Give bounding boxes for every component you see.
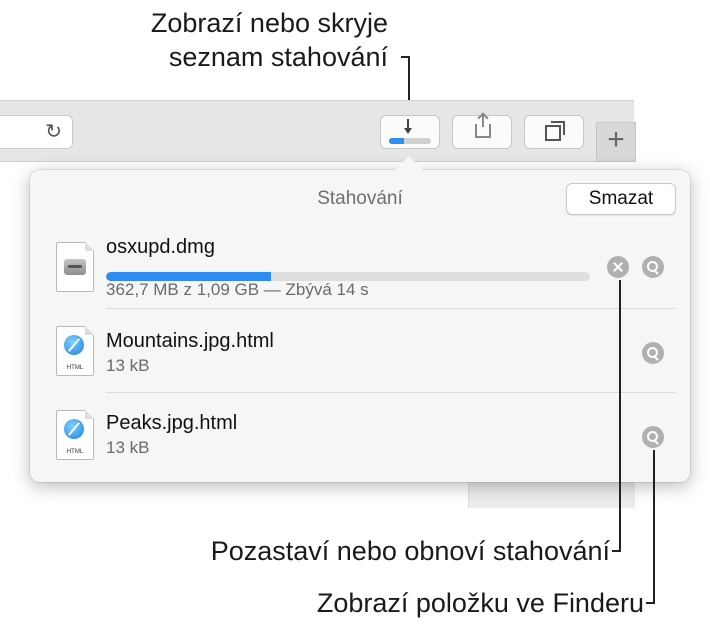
html-file-icon: HTML xyxy=(56,410,94,460)
clear-button[interactable]: Smazat xyxy=(566,183,676,215)
download-size: 13 kB xyxy=(106,438,150,457)
new-tab-button[interactable]: + xyxy=(596,122,636,162)
disk-image-icon xyxy=(56,242,94,292)
download-item[interactable]: HTML Peaks.jpg.html 13 kB xyxy=(30,394,690,478)
toolbar-download-progress-fill xyxy=(389,138,404,144)
show-in-finder-icon[interactable] xyxy=(642,256,664,278)
safari-compass-icon xyxy=(64,335,84,355)
callout-show-in-finder: Zobrazí položku ve Finderu xyxy=(316,588,644,618)
leader-tick-pause xyxy=(612,550,620,552)
share-icon xyxy=(475,114,491,138)
file-type-label: HTML xyxy=(66,449,84,455)
show-in-finder-icon[interactable] xyxy=(642,342,664,364)
reload-icon[interactable]: ↻ xyxy=(45,122,62,142)
downloads-popover: Stahování Smazat osxupd.dmg 362,7 MB z 1… xyxy=(30,155,690,482)
safari-compass-icon xyxy=(64,419,84,439)
file-type-label: HTML xyxy=(66,365,84,371)
row-divider xyxy=(106,308,676,309)
download-item[interactable]: HTML Mountains.jpg.html 13 kB xyxy=(30,310,690,394)
download-status: 362,7 MB z 1,09 GB — Zbývá 14 s xyxy=(106,280,369,299)
tabs-overview-icon xyxy=(545,121,565,141)
browser-toolbar: ↻ xyxy=(0,100,634,162)
share-button[interactable] xyxy=(452,114,512,149)
row-divider xyxy=(106,392,676,393)
download-size: 13 kB xyxy=(106,356,150,375)
leader-line-downloads xyxy=(408,56,410,100)
download-item[interactable]: osxupd.dmg 362,7 MB z 1,09 GB — Zbývá 14… xyxy=(30,228,690,312)
show-in-finder-icon[interactable] xyxy=(642,426,664,448)
callout-downloads-toggle: Zobrazí nebo skryje seznam stahování xyxy=(151,6,388,74)
callout-text-line2: seznam stahování xyxy=(168,42,388,72)
disk-drive-icon xyxy=(64,259,86,275)
html-file-icon: HTML xyxy=(56,326,94,376)
download-filename: osxupd.dmg xyxy=(106,236,215,258)
downloads-button[interactable] xyxy=(380,115,440,149)
callout-text-line1: Zobrazí nebo skryje xyxy=(150,8,388,38)
toolbar-download-progress xyxy=(389,138,431,144)
leader-tick-finder xyxy=(646,602,654,604)
pause-resume-icon[interactable] xyxy=(607,256,629,278)
show-tabs-button[interactable] xyxy=(524,115,584,149)
address-bar[interactable]: ↻ xyxy=(0,115,73,149)
leader-line-pause xyxy=(619,280,621,552)
leader-tick-downloads xyxy=(401,56,409,58)
leader-line-finder xyxy=(653,450,655,604)
download-filename: Peaks.jpg.html xyxy=(106,412,238,434)
download-filename: Mountains.jpg.html xyxy=(106,330,274,352)
callout-pause-resume: Pozastaví nebo obnoví stahování xyxy=(210,536,610,566)
